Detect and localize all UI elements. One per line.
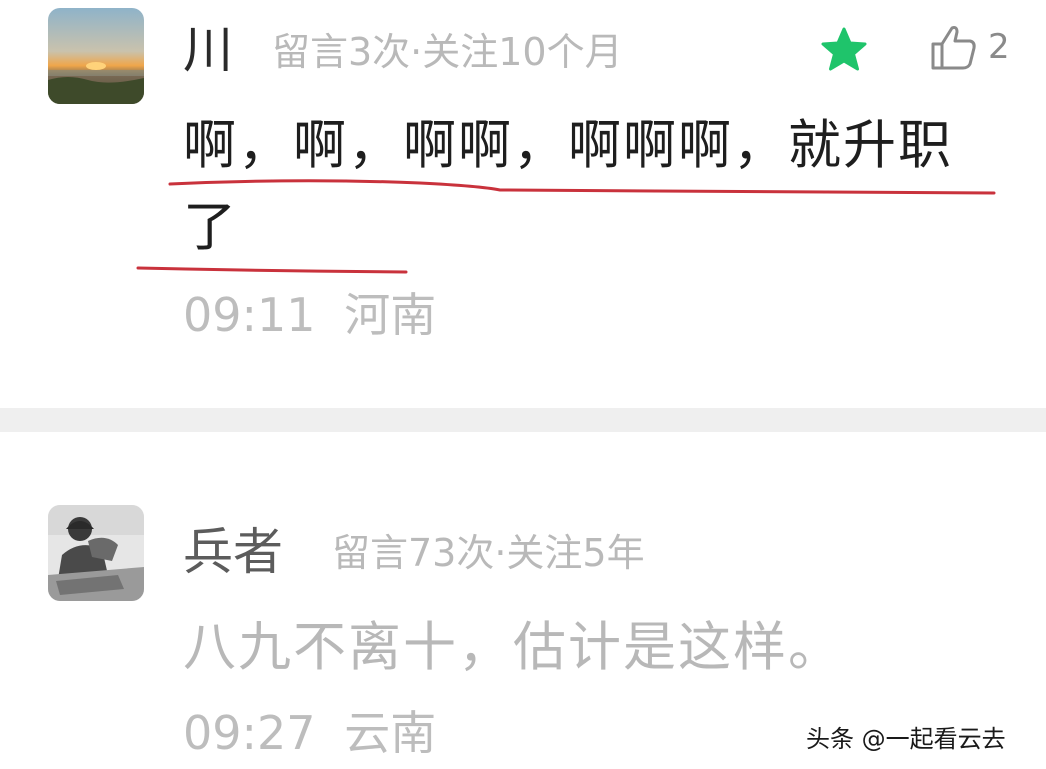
comment-text: 八九不离十，估计是这样。 bbox=[183, 617, 843, 678]
comment-time: 09:27 bbox=[183, 706, 316, 760]
user-meta: 留言73次·关注5年 bbox=[332, 531, 645, 575]
comment-time-location: 09:11 河南 bbox=[183, 292, 436, 338]
comment-text: 啊，啊，啊啊，啊啊啊，就升职了 bbox=[183, 115, 953, 258]
comment-item: 川 留言3次·关注10个月 2 啊，啊，啊啊，啊啊啊，就升职了 09:11 河南 bbox=[0, 0, 1046, 408]
username[interactable]: 川 bbox=[183, 25, 233, 75]
avatar[interactable] bbox=[48, 8, 144, 104]
section-divider bbox=[0, 408, 1046, 432]
comment-time-location: 09:27 云南 bbox=[183, 710, 436, 756]
comment-location: 河南 bbox=[344, 288, 437, 342]
avatar[interactable] bbox=[48, 505, 144, 601]
like-count: 2 bbox=[988, 27, 1010, 67]
username[interactable]: 兵者 bbox=[183, 527, 283, 577]
thumbs-up-icon bbox=[931, 26, 976, 70]
user-meta: 留言3次·关注10个月 bbox=[272, 30, 623, 74]
comment-location: 云南 bbox=[344, 706, 437, 760]
like-button[interactable]: 2 bbox=[928, 22, 1018, 72]
star-icon[interactable] bbox=[820, 26, 868, 74]
watermark: 头条 @一起看云去 bbox=[806, 725, 1006, 753]
comment-time: 09:11 bbox=[183, 288, 316, 342]
